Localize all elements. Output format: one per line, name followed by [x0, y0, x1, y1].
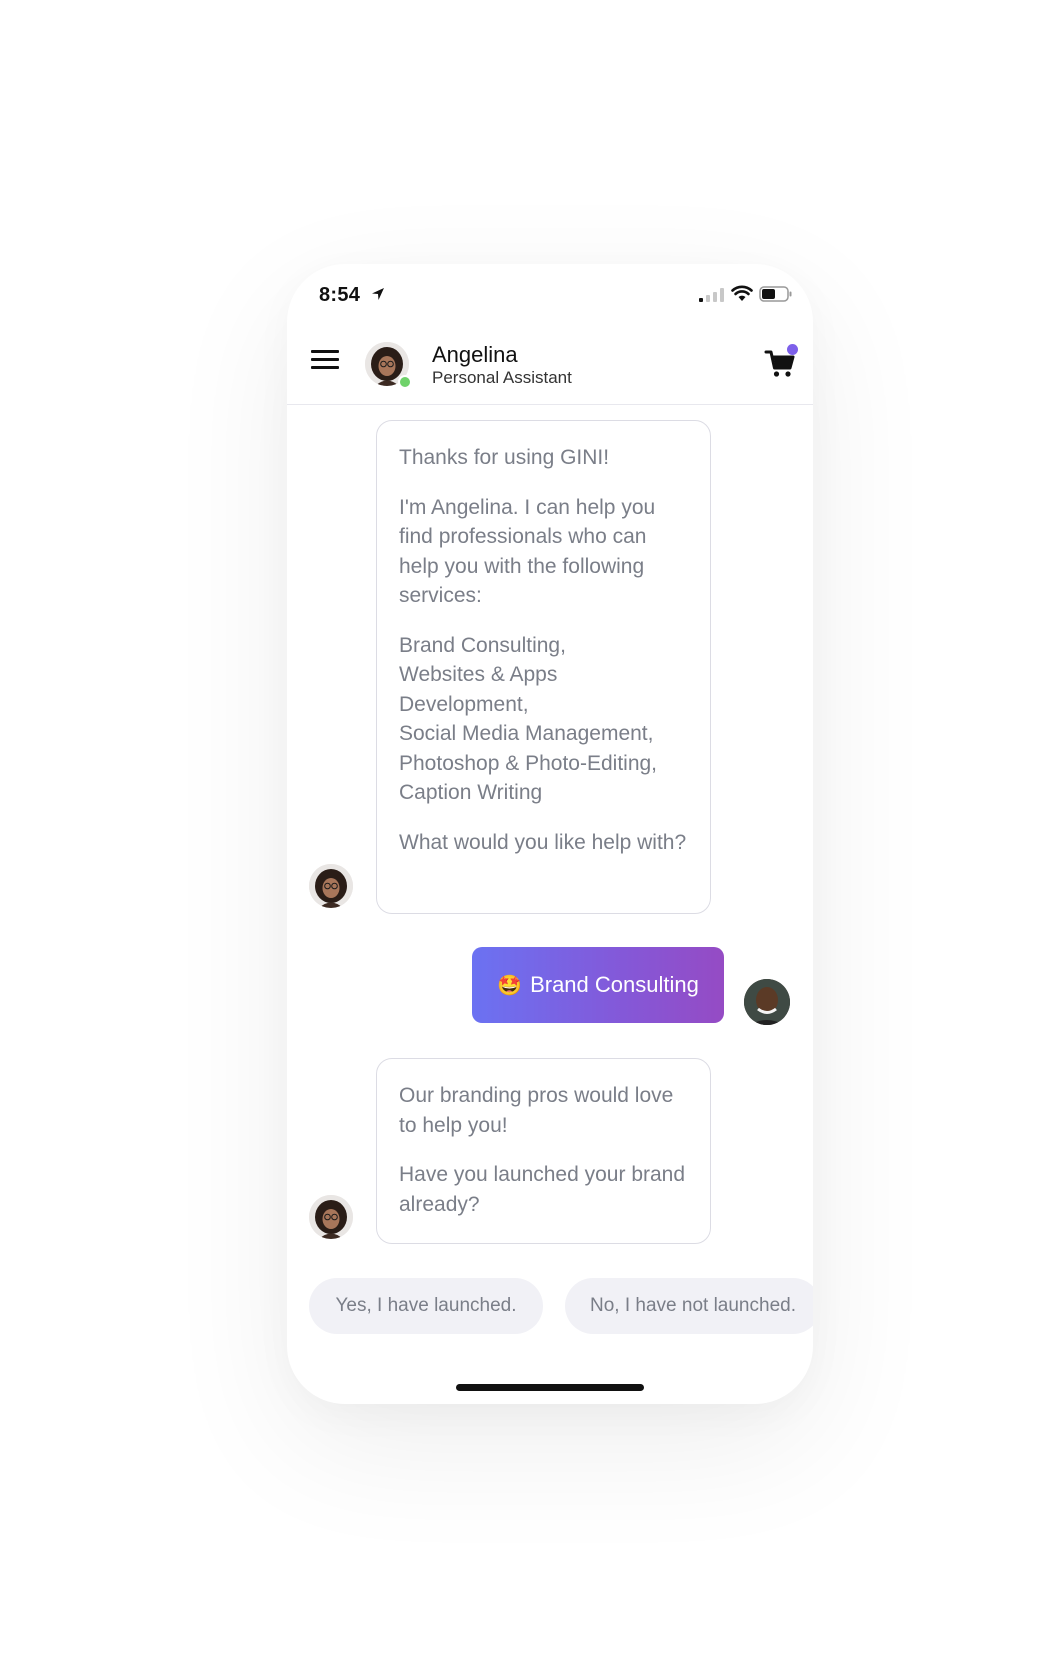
- message-paragraph: Brand Consulting, Websites & Apps Develo…: [399, 633, 658, 805]
- wifi-icon: [731, 285, 753, 301]
- menu-icon[interactable]: [311, 350, 339, 374]
- message-paragraph: What would you like help with?: [399, 830, 687, 854]
- cellular-signal-icon: [699, 288, 724, 302]
- chat-header: Angelina Personal Assistant: [287, 320, 813, 405]
- battery-icon: [759, 286, 792, 302]
- agent-role: Personal Assistant: [432, 368, 572, 387]
- message-paragraph: Have you launched your brand already?: [399, 1163, 686, 1216]
- message-paragraph: I'm Angelina. I can help you find profes…: [399, 495, 656, 608]
- status-time: 8:54: [319, 284, 361, 306]
- user-message-text: Brand Consulting: [530, 972, 699, 997]
- message-paragraph: Thanks for using GINI!: [399, 446, 610, 469]
- bot-avatar: [309, 864, 353, 908]
- phone-frame: 8:54 Angelina Personal Assistant Thanks …: [287, 264, 813, 1404]
- status-bar: 8:54: [287, 264, 813, 320]
- quick-reply-no[interactable]: No, I have not launched.: [565, 1278, 813, 1334]
- location-arrow-icon: [372, 288, 384, 300]
- home-indicator: [456, 1384, 644, 1391]
- agent-name: Angelina: [432, 342, 518, 367]
- bot-avatar: [309, 1195, 353, 1239]
- bot-message-bubble: Thanks for using GINI! I'm Angelina. I c…: [376, 420, 711, 914]
- online-status-dot: [398, 375, 412, 389]
- star-struck-emoji: 🤩: [497, 974, 523, 997]
- user-avatar: [744, 979, 790, 1025]
- cart-badge: [787, 344, 798, 355]
- bot-message-bubble: Our branding pros would love to help you…: [376, 1058, 711, 1244]
- quick-reply-yes[interactable]: Yes, I have launched.: [309, 1278, 543, 1334]
- message-paragraph: Our branding pros would love to help you…: [399, 1084, 674, 1137]
- user-message-bubble: 🤩 Brand Consulting: [472, 947, 724, 1023]
